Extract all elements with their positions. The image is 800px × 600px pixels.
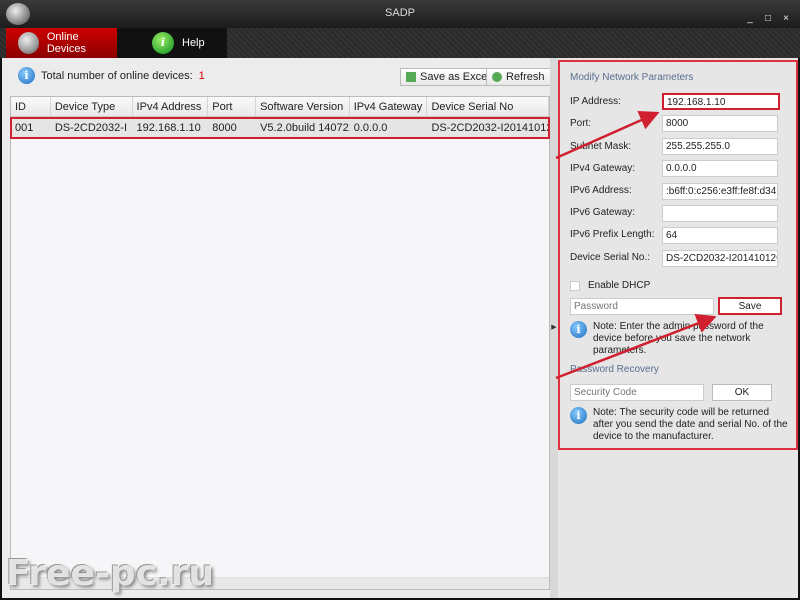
- section-title: Modify Network Parameters: [570, 72, 694, 83]
- cell-id: 001: [15, 122, 34, 134]
- field-label: Subnet Mask:: [570, 141, 632, 152]
- tab-bar: Online Devices i Help: [0, 28, 800, 58]
- note-text: Note: The security code will be returned…: [593, 407, 788, 442]
- button-label: Refresh: [506, 71, 545, 83]
- ip-address-input[interactable]: 192.168.1.10: [662, 93, 780, 110]
- save-button[interactable]: Save: [718, 297, 782, 315]
- info-icon: i: [570, 321, 587, 338]
- info-icon: i: [18, 67, 35, 84]
- modify-network-panel: Modify Network Parameters IP Address: 19…: [558, 60, 798, 450]
- tab-label: Help: [182, 37, 205, 49]
- info-icon: i: [152, 32, 174, 54]
- field-label: Device Serial No.:: [570, 252, 651, 263]
- column-header[interactable]: Port: [208, 97, 257, 116]
- title-bar: SADP _ □ ×: [0, 0, 800, 28]
- field-label: Port:: [570, 118, 592, 129]
- refresh-icon: [492, 72, 502, 82]
- window-title: SADP: [385, 7, 415, 19]
- device-list-panel: i Total number of online devices: 1 Save…: [2, 58, 551, 598]
- magnifier-icon: [18, 32, 39, 54]
- column-header[interactable]: IPv4 Gateway: [350, 97, 428, 116]
- field-label: IPv6 Gateway:: [570, 207, 636, 218]
- table-row[interactable]: 001 DS-2CD2032-I 192.168.1.10 8000 V5.2.…: [10, 117, 550, 139]
- field-label: IPv6 Address:: [570, 185, 632, 196]
- security-code-input[interactable]: [570, 384, 704, 401]
- field-label: IPv6 Prefix Length:: [570, 229, 655, 240]
- info-icon: i: [570, 407, 587, 424]
- column-header[interactable]: Device Type: [51, 97, 133, 116]
- serial-number-input[interactable]: DS-2CD2032-I20141012C: [662, 250, 778, 267]
- refresh-button[interactable]: Refresh: [486, 68, 551, 86]
- excel-icon: [406, 72, 416, 82]
- cell-gateway: 0.0.0.0: [353, 122, 388, 134]
- cell-serial: DS-2CD2032-I20141012CC: [431, 122, 549, 134]
- cell-port: 8000: [212, 122, 237, 134]
- tab-help[interactable]: i Help: [117, 28, 227, 58]
- field-label: IPv4 Gateway:: [570, 163, 636, 174]
- column-header[interactable]: Software Version: [256, 97, 350, 116]
- device-table: ID Device Type IPv4 Address Port Softwar…: [10, 96, 550, 590]
- section-title: Password Recovery: [570, 364, 659, 375]
- ipv6-prefix-input[interactable]: 64: [662, 227, 778, 244]
- button-label: Save as Excel: [420, 71, 490, 83]
- ipv6-address-input[interactable]: :b6ff:0:c256:e3ff:fe8f:d341: [662, 183, 778, 200]
- ipv6-gateway-input[interactable]: [662, 205, 778, 222]
- tab-label: Online Devices: [46, 31, 86, 55]
- port-input[interactable]: 8000: [662, 115, 778, 132]
- panel-splitter[interactable]: ▶: [550, 58, 558, 598]
- watermark: Free-pc.ru: [6, 553, 214, 594]
- ipv4-gateway-input[interactable]: 0.0.0.0: [662, 160, 778, 177]
- password-input[interactable]: [570, 298, 714, 315]
- column-header[interactable]: Device Serial No: [427, 97, 549, 116]
- device-count: i Total number of online devices: 1: [18, 67, 205, 84]
- table-header: ID Device Type IPv4 Address Port Softwar…: [11, 97, 549, 117]
- tab-online-devices[interactable]: Online Devices: [6, 28, 117, 58]
- note-text: Note: Enter the admin password of the de…: [593, 321, 764, 356]
- field-label: IP Address:: [570, 96, 621, 107]
- column-header[interactable]: ID: [11, 97, 51, 116]
- app-logo-icon: [6, 3, 30, 25]
- subnet-mask-input[interactable]: 255.255.255.0: [662, 138, 778, 155]
- column-header[interactable]: IPv4 Address: [133, 97, 209, 116]
- save-as-excel-button[interactable]: Save as Excel: [400, 68, 496, 86]
- total-label: Total number of online devices:: [41, 69, 193, 82]
- ok-button[interactable]: OK: [712, 384, 772, 401]
- cell-software: V5.2.0build 140721: [260, 122, 350, 134]
- total-count: 1: [198, 69, 205, 82]
- cell-ipv4: 192.168.1.10: [136, 122, 201, 134]
- cell-device-type: DS-2CD2032-I: [54, 122, 127, 134]
- dhcp-label: Enable DHCP: [588, 280, 651, 291]
- enable-dhcp-checkbox[interactable]: [570, 281, 580, 291]
